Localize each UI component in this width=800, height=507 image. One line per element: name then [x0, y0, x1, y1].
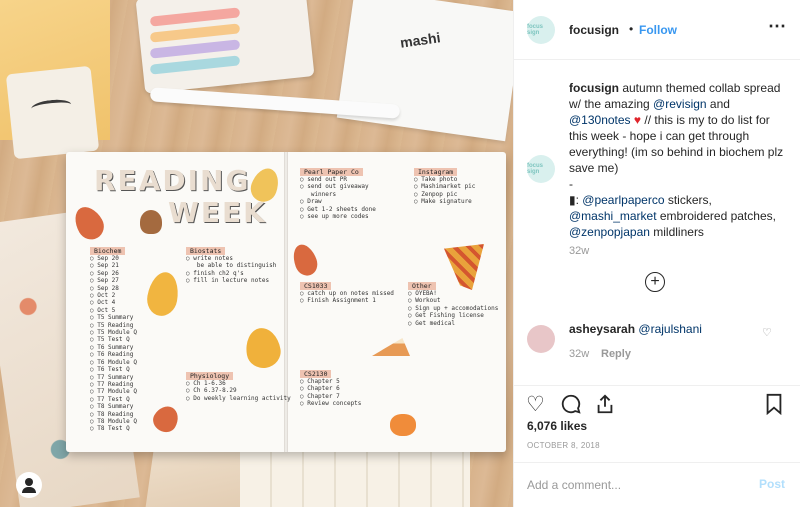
section-heading: CS1033	[300, 282, 332, 290]
section-heading: CS2130	[300, 370, 332, 378]
heart-outline-icon[interactable]: ♡	[526, 392, 545, 417]
section-list: ○ Chapter 5 ○ Chapter 6 ○ Chapter 7 ○ Re…	[300, 378, 362, 408]
caption-avatar[interactable]: focus sign	[527, 155, 555, 183]
section-list: ○ OYEBA! ○ Workout ○ Sign up + accomodat…	[408, 290, 499, 327]
caption-username[interactable]: focusign	[569, 81, 619, 95]
mention-link[interactable]: @mashi_market	[569, 209, 657, 223]
post-sidebar: focus sign focusign • Follow ⋯ focus sig…	[513, 0, 800, 507]
section-list: ○ catch up on notes missed ○ Finish Assi…	[300, 290, 394, 305]
pie-sticker	[372, 338, 410, 356]
author-avatar[interactable]: focus sign	[527, 16, 555, 44]
section-list: ○ write notes be able to distinguish ○ f…	[186, 255, 277, 285]
section-heading: Physiology	[186, 372, 234, 380]
sticker-card	[5, 65, 100, 160]
more-options-icon[interactable]: ⋯	[768, 16, 787, 37]
caption-segment: stickers,	[664, 193, 712, 207]
comment-form: Post	[514, 462, 800, 507]
section-list: ○ send out PR ○ send out giveaway winner…	[300, 176, 376, 221]
pumpkin-icon	[390, 414, 416, 436]
caption-dash: -	[569, 177, 573, 191]
section-list: ○ Take photo ○ Mashimarket pic ○ Zenpop …	[414, 176, 476, 206]
avatar-text: focus sign	[527, 163, 544, 175]
mention-link[interactable]: @130notes	[569, 113, 631, 127]
reply-button[interactable]: Reply	[601, 348, 631, 360]
post-date: OCTOBER 8, 2018	[527, 441, 600, 450]
profile-head	[25, 478, 33, 486]
section-list: ○ Ch 1-6.36 ○ Ch 6.37-8.29 ○ Do weekly l…	[186, 380, 291, 402]
comment-text: asheysarah @rajulshani	[569, 322, 702, 336]
mention-link[interactable]: @rajulshani	[638, 322, 702, 336]
share-icon[interactable]	[594, 393, 616, 421]
acorn-icon	[140, 210, 162, 234]
post-header: focus sign focusign • Follow ⋯	[514, 0, 800, 60]
section-list: ○ Sep 20 ○ Sep 21 ○ Sep 26 ○ Sep 27 ○ Se…	[90, 255, 137, 433]
caption-text: focusign autumn themed collab spread w/ …	[569, 80, 784, 240]
comment-bubble-icon[interactable]	[560, 393, 582, 421]
author-username[interactable]: focusign	[569, 23, 619, 37]
leaf-icon	[289, 241, 321, 279]
section-heading: Other	[408, 282, 436, 290]
pin-emoji-icon: ▮	[569, 193, 576, 207]
mention-link[interactable]: @zenpopjapan	[569, 225, 650, 239]
caption-segment: mildliners	[649, 225, 704, 239]
section-heading: Pearl Paper Co	[300, 168, 363, 176]
comment-like-icon[interactable]: ♡	[762, 326, 772, 339]
heart-emoji-icon: ♥	[630, 113, 642, 127]
scarf-sticker	[444, 244, 484, 290]
leaf-icon	[144, 269, 182, 319]
caption-segment: and	[706, 97, 730, 111]
caption-age[interactable]: 32w	[569, 245, 589, 257]
tagged-user-icon[interactable]	[16, 472, 42, 498]
add-comment-input[interactable]	[527, 476, 742, 494]
separator-dot: •	[629, 22, 634, 36]
week-title: WEEK	[168, 196, 267, 229]
mention-link[interactable]: @revisign	[653, 97, 707, 111]
comment-age[interactable]: 32w	[569, 348, 589, 360]
commenter-username[interactable]: asheysarah	[569, 322, 635, 336]
commenter-avatar[interactable]	[527, 325, 555, 353]
leaf-icon	[149, 401, 183, 437]
panda-sticky-notes	[240, 452, 470, 507]
post-photo[interactable]: mashi READING WEEK Biochem ○ Sep 20 ○ Se…	[0, 0, 513, 507]
section-heading: Instagram	[414, 168, 458, 176]
section-heading: Biostats	[186, 247, 226, 255]
leaf-icon	[242, 325, 284, 371]
follow-button[interactable]: Follow	[639, 23, 677, 37]
caption-segment: embroidered patches,	[656, 209, 776, 223]
post-button[interactable]: Post	[759, 477, 785, 491]
likes-count[interactable]: 6,076 likes	[527, 419, 587, 433]
avatar-text: focus sign	[527, 24, 544, 36]
mention-link[interactable]: @pearlpaperco	[582, 193, 664, 207]
patch-package	[336, 0, 513, 142]
bookmark-icon[interactable]	[764, 393, 784, 421]
load-more-comments-icon[interactable]: +	[645, 272, 665, 292]
section-heading: Biochem	[90, 247, 126, 255]
profile-body	[22, 487, 36, 493]
reading-title: READING	[94, 164, 251, 197]
leaf-icon	[69, 201, 109, 245]
notebook-spine	[284, 152, 288, 452]
comments-section[interactable]: focus sign focusign autumn themed collab…	[514, 60, 800, 385]
bullet-journal: READING WEEK Biochem ○ Sep 20 ○ Sep 21 ○…	[66, 152, 506, 452]
